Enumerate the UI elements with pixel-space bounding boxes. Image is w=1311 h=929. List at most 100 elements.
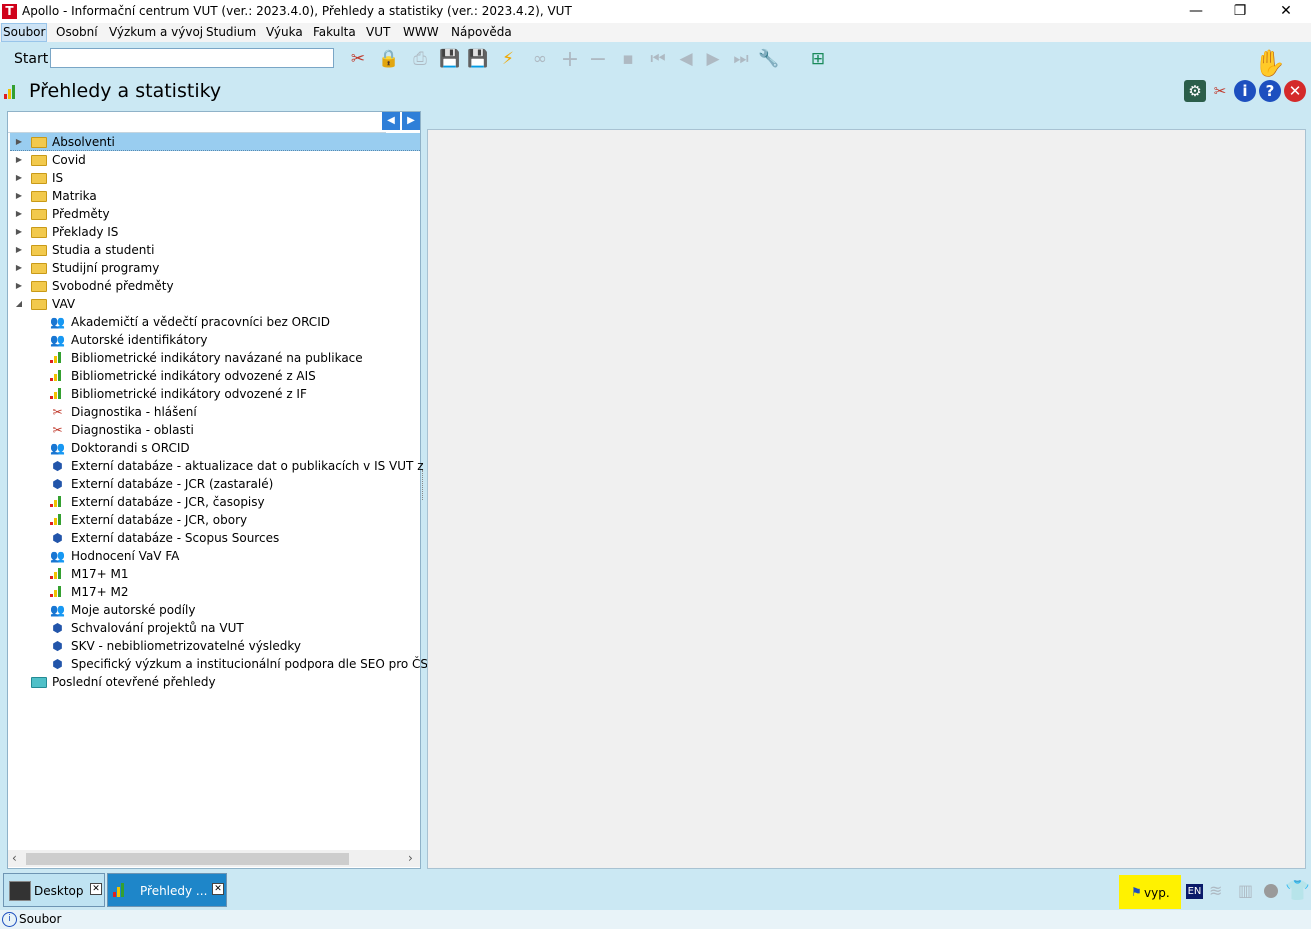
- menu-www[interactable]: WWW: [403, 23, 439, 42]
- tree-leaf[interactable]: 👥 Moje autorské podíly: [10, 601, 420, 619]
- first-record-icon[interactable]: ⏮: [646, 47, 670, 71]
- wifi-icon[interactable]: ≋: [1209, 881, 1222, 900]
- tree-leaf[interactable]: ⬢ Externí databáze - Scopus Sources: [10, 529, 420, 547]
- tree-leaf[interactable]: Externí databáze - JCR, časopisy: [10, 493, 420, 511]
- tree-item-covid[interactable]: ▶ Covid: [10, 151, 420, 169]
- vyp-indicator[interactable]: ⚑ vyp.: [1119, 875, 1181, 909]
- tools-icon: ✂: [52, 405, 63, 419]
- keyboard-icon[interactable]: ▥: [1238, 881, 1253, 900]
- menu-vyuka[interactable]: Výuka: [266, 23, 303, 42]
- expand-arrow-icon[interactable]: ▶: [14, 277, 24, 295]
- menu-napoveda[interactable]: Nápověda: [451, 23, 512, 42]
- tree-item-predmety[interactable]: ▶ Předměty: [10, 205, 420, 223]
- tree-leaf[interactable]: 👥 Akademičtí a vědečtí pracovníci bez OR…: [10, 313, 420, 331]
- last-record-icon[interactable]: ⏭: [729, 47, 753, 71]
- tools-settings-icon[interactable]: 🔧: [757, 47, 781, 71]
- tree-item-absolventi[interactable]: ▶ Absolventi: [10, 133, 420, 151]
- previous-record-icon[interactable]: ◀: [674, 47, 698, 71]
- tree-leaf[interactable]: 👥 Doktorandi s ORCID: [10, 439, 420, 457]
- close-icon[interactable]: ✕: [1284, 80, 1306, 102]
- save-icon[interactable]: 💾: [438, 47, 462, 71]
- people-icon: 👥: [50, 549, 65, 563]
- help-icon[interactable]: ?: [1259, 80, 1281, 102]
- shirt-icon[interactable]: 👕: [1285, 878, 1310, 902]
- expand-arrow-icon[interactable]: ▶: [14, 259, 24, 277]
- scrollbar-thumb[interactable]: [26, 853, 349, 865]
- menu-osobni[interactable]: Osobní: [56, 23, 98, 42]
- tree-leaf[interactable]: ⬢ Externí databáze - aktualizace dat o p…: [10, 457, 453, 475]
- status-dot-icon[interactable]: [1264, 884, 1278, 898]
- expand-arrow-icon[interactable]: ▶: [14, 223, 24, 241]
- tools-icon[interactable]: ✂: [1209, 80, 1231, 102]
- expand-arrow-icon[interactable]: ▶: [14, 205, 24, 223]
- tree-leaf[interactable]: Externí databáze - JCR, obory: [10, 511, 420, 529]
- tree-leaf[interactable]: ⬢ Specifický výzkum a institucionální po…: [10, 655, 437, 673]
- close-task-icon[interactable]: ✕: [90, 883, 102, 895]
- tree-leaf[interactable]: 👥 Hodnocení VaV FA: [10, 547, 420, 565]
- tree-item-svobodne-predmety[interactable]: ▶ Svobodné předměty: [10, 277, 420, 295]
- next-record-icon[interactable]: ▶: [701, 47, 725, 71]
- task-prehledy[interactable]: Přehledy ... ✕: [107, 873, 227, 907]
- collapse-arrow-icon[interactable]: ◢: [14, 295, 24, 313]
- tree-leaf[interactable]: M17+ M1: [10, 565, 420, 583]
- print-icon[interactable]: ⎙: [408, 47, 432, 71]
- tree-item-matrika[interactable]: ▶ Matrika: [10, 187, 420, 205]
- save-all-icon[interactable]: 💾: [466, 47, 490, 71]
- tree-leaf[interactable]: Bibliometrické indikátory odvozené z IF: [10, 385, 420, 403]
- tools-icon[interactable]: ✂: [346, 47, 370, 71]
- language-indicator[interactable]: EN: [1186, 884, 1203, 899]
- tree-leaf[interactable]: 👥 Autorské identifikátory: [10, 331, 420, 349]
- tree-leaf[interactable]: ✂ Diagnostika - hlášení: [10, 403, 420, 421]
- tree-item-label: Bibliometrické indikátory odvozené z AIS: [71, 369, 316, 383]
- tree-item-label: Externí databáze - aktualizace dat o pub…: [71, 459, 454, 473]
- collapse-panel-icon[interactable]: ◀: [382, 112, 400, 130]
- tree-leaf[interactable]: Bibliometrické indikátory navázané na pu…: [10, 349, 420, 367]
- close-window-button[interactable]: ✕: [1263, 0, 1309, 23]
- minimize-button[interactable]: —: [1173, 0, 1219, 23]
- tree-leaf[interactable]: ⬢ Externí databáze - JCR (zastaralé): [10, 475, 420, 493]
- menu-studium[interactable]: Studium: [206, 23, 256, 42]
- tree-item-label: Bibliometrické indikátory odvozené z IF: [71, 387, 307, 401]
- info-icon[interactable]: i: [1234, 80, 1256, 102]
- scroll-right-icon[interactable]: ›: [408, 851, 413, 865]
- scroll-left-icon[interactable]: ‹: [12, 851, 17, 865]
- tree-leaf[interactable]: ⬢ Schvalování projektů na VUT: [10, 619, 420, 637]
- expand-arrow-icon[interactable]: ▶: [14, 133, 24, 151]
- expand-arrow-icon[interactable]: ▶: [14, 187, 24, 205]
- expand-panel-icon[interactable]: ▶: [402, 112, 420, 130]
- expand-arrow-icon[interactable]: ▶: [14, 151, 24, 169]
- tree-filter-input[interactable]: [8, 112, 386, 133]
- tree-item-studijni-programy[interactable]: ▶ Studijní programy: [10, 259, 420, 277]
- tree-item-is[interactable]: ▶ IS: [10, 169, 420, 187]
- tree-leaf[interactable]: M17+ M2: [10, 583, 420, 601]
- tree-item-label: Absolventi: [52, 135, 115, 149]
- info-icon: i: [2, 912, 17, 927]
- save-record-icon[interactable]: ▪: [616, 47, 640, 71]
- tree-item-recent[interactable]: Poslední otevřené přehledy: [10, 673, 420, 691]
- remove-icon[interactable]: −: [586, 47, 610, 72]
- expand-arrow-icon[interactable]: ▶: [14, 241, 24, 259]
- menu-soubor[interactable]: Soubor: [1, 23, 48, 42]
- binoculars-icon[interactable]: ∞: [528, 47, 552, 71]
- restore-button[interactable]: ❐: [1217, 0, 1263, 23]
- tree-leaf[interactable]: ⬢ SKV - nebibliometrizovatelné výsledky: [10, 637, 420, 655]
- task-desktop[interactable]: Desktop ✕: [3, 873, 105, 907]
- tree-item-vav[interactable]: ◢ VAV: [10, 295, 420, 313]
- tree-leaf[interactable]: Bibliometrické indikátory odvozené z AIS: [10, 367, 420, 385]
- window-title: Apollo - Informační centrum VUT (ver.: 2…: [22, 4, 572, 18]
- config-icon[interactable]: ⚙: [1184, 80, 1206, 102]
- tree-leaf[interactable]: ✂ Diagnostika - oblasti: [10, 421, 420, 439]
- start-input[interactable]: [50, 48, 334, 68]
- add-icon[interactable]: +: [558, 47, 582, 72]
- close-task-icon[interactable]: ✕: [212, 883, 224, 895]
- sign-out-hand-icon[interactable]: ✋: [1250, 46, 1290, 82]
- lightning-icon[interactable]: ⚡: [496, 47, 520, 71]
- lock-icon[interactable]: 🔒: [377, 47, 401, 71]
- network-icon[interactable]: ⊞: [806, 47, 830, 71]
- tree-item-preklady-is[interactable]: ▶ Překlady IS: [10, 223, 420, 241]
- menu-fakulta[interactable]: Fakulta: [313, 23, 356, 42]
- tree-item-studia-a-studenti[interactable]: ▶ Studia a studenti: [10, 241, 420, 259]
- menu-vut[interactable]: VUT: [366, 23, 390, 42]
- expand-arrow-icon[interactable]: ▶: [14, 169, 24, 187]
- menu-vyzkum-a-vyvoj[interactable]: Výzkum a vývoj: [109, 23, 203, 42]
